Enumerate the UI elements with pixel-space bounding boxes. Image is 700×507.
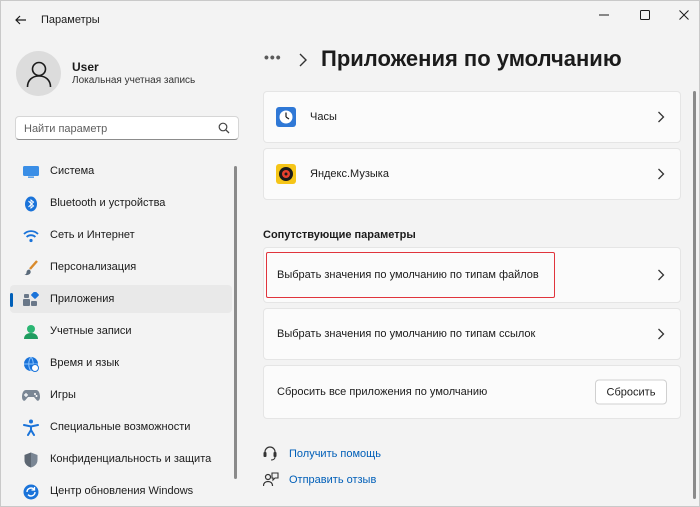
user-icon bbox=[26, 61, 51, 87]
clock-app-icon bbox=[276, 107, 296, 127]
maximize-icon bbox=[640, 10, 650, 20]
help-icon bbox=[263, 446, 277, 461]
sidebar-item-label: Специальные возможности bbox=[50, 421, 191, 433]
avatar[interactable] bbox=[16, 51, 61, 96]
defaults-by-link-type[interactable]: Выбрать значения по умолчанию по типам с… bbox=[263, 308, 681, 360]
search-input[interactable] bbox=[24, 121, 214, 136]
shield-icon bbox=[22, 451, 40, 468]
get-help-link[interactable]: Получить помощь bbox=[289, 448, 381, 460]
search-icon[interactable] bbox=[218, 122, 230, 134]
title-bar: Параметры bbox=[1, 1, 699, 39]
window-title: Параметры bbox=[41, 14, 100, 26]
sidebar-item-label: Конфиденциальность и защита bbox=[50, 453, 212, 465]
wifi-icon bbox=[22, 227, 40, 244]
sidebar-item-accessibility[interactable]: Специальные возможности bbox=[10, 413, 232, 441]
update-icon bbox=[22, 483, 40, 500]
arrow-left-icon bbox=[15, 15, 26, 25]
accessibility-icon bbox=[22, 419, 40, 436]
sidebar-item-label: Центр обновления Windows bbox=[50, 485, 194, 497]
sidebar-item-time-language[interactable]: Время и язык bbox=[10, 349, 232, 377]
globe-clock-icon bbox=[22, 355, 40, 372]
sidebar-item-network[interactable]: Сеть и Интернет bbox=[10, 221, 232, 249]
settings-window: Параметры User Локальная учетная запись … bbox=[0, 0, 700, 507]
accounts-icon bbox=[22, 323, 40, 340]
sidebar-item-label: Приложения bbox=[50, 293, 115, 305]
related-settings-heading: Сопутствующие параметры bbox=[263, 229, 416, 241]
bluetooth-icon bbox=[22, 195, 40, 212]
sidebar-item-privacy[interactable]: Конфиденциальность и защита bbox=[10, 445, 232, 473]
feedback-icon bbox=[263, 472, 279, 487]
sidebar-item-label: Время и язык bbox=[50, 357, 120, 369]
sidebar-item-bluetooth[interactable]: Bluetooth и устройства bbox=[10, 189, 232, 217]
chevron-right-icon bbox=[658, 328, 665, 340]
breadcrumb-more-button[interactable]: ••• bbox=[264, 49, 282, 65]
app-item-yandex-music[interactable]: Яндекс.Музыка bbox=[263, 148, 681, 200]
sidebar-item-apps[interactable]: Приложения bbox=[10, 285, 232, 313]
close-button[interactable] bbox=[669, 6, 699, 24]
sidebar-item-system[interactable]: Система bbox=[10, 157, 232, 185]
main-scrollbar[interactable] bbox=[693, 91, 696, 499]
reset-defaults-row: Сбросить все приложения по умолчанию Сбр… bbox=[263, 365, 681, 419]
brush-icon bbox=[22, 259, 40, 276]
search-box[interactable] bbox=[15, 116, 239, 140]
reset-defaults-label: Сбросить все приложения по умолчанию bbox=[277, 386, 488, 398]
page-title: Приложения по умолчанию bbox=[321, 46, 622, 71]
sidebar-item-personalization[interactable]: Персонализация bbox=[10, 253, 232, 281]
system-icon bbox=[22, 163, 40, 180]
sidebar-item-label: Игры bbox=[50, 389, 76, 401]
account-type: Локальная учетная запись bbox=[72, 75, 196, 86]
gamepad-icon bbox=[22, 387, 40, 404]
sidebar-item-label: Учетные записи bbox=[50, 325, 132, 337]
minimize-button[interactable] bbox=[589, 6, 619, 24]
chevron-right-icon bbox=[658, 269, 665, 281]
reset-button[interactable]: Сбросить bbox=[595, 379, 667, 405]
sidebar-scrollbar[interactable] bbox=[234, 166, 237, 479]
active-indicator bbox=[10, 293, 13, 307]
sidebar-item-label: Bluetooth и устройства bbox=[50, 197, 166, 209]
back-button[interactable] bbox=[11, 11, 31, 29]
sidebar-item-label: Персонализация bbox=[50, 261, 137, 273]
chevron-right-icon bbox=[658, 168, 665, 180]
defaults-by-link-type-label: Выбрать значения по умолчанию по типам с… bbox=[277, 328, 536, 340]
app-item-label: Яндекс.Музыка bbox=[310, 168, 389, 180]
chevron-right-icon bbox=[299, 53, 307, 67]
sidebar-item-label: Система bbox=[50, 165, 95, 177]
minimize-icon bbox=[599, 14, 609, 16]
app-item-clock[interactable]: Часы bbox=[263, 91, 681, 143]
sidebar-item-accounts[interactable]: Учетные записи bbox=[10, 317, 232, 345]
user-name: User bbox=[72, 60, 99, 74]
app-item-label: Часы bbox=[310, 111, 337, 123]
sidebar-item-gaming[interactable]: Игры bbox=[10, 381, 232, 409]
sidebar-item-label: Сеть и Интернет bbox=[50, 229, 135, 241]
close-icon bbox=[679, 10, 689, 20]
feedback-link[interactable]: Отправить отзыв bbox=[289, 474, 376, 486]
chevron-right-icon bbox=[658, 111, 665, 123]
sidebar-item-windows-update[interactable]: Центр обновления Windows bbox=[10, 477, 232, 505]
maximize-button[interactable] bbox=[630, 6, 660, 24]
highlight-frame bbox=[266, 252, 555, 298]
sidebar-nav: Система Bluetooth и устройства Сеть и Ин… bbox=[10, 157, 232, 507]
apps-icon bbox=[22, 291, 40, 308]
yandex-music-icon bbox=[276, 164, 296, 184]
